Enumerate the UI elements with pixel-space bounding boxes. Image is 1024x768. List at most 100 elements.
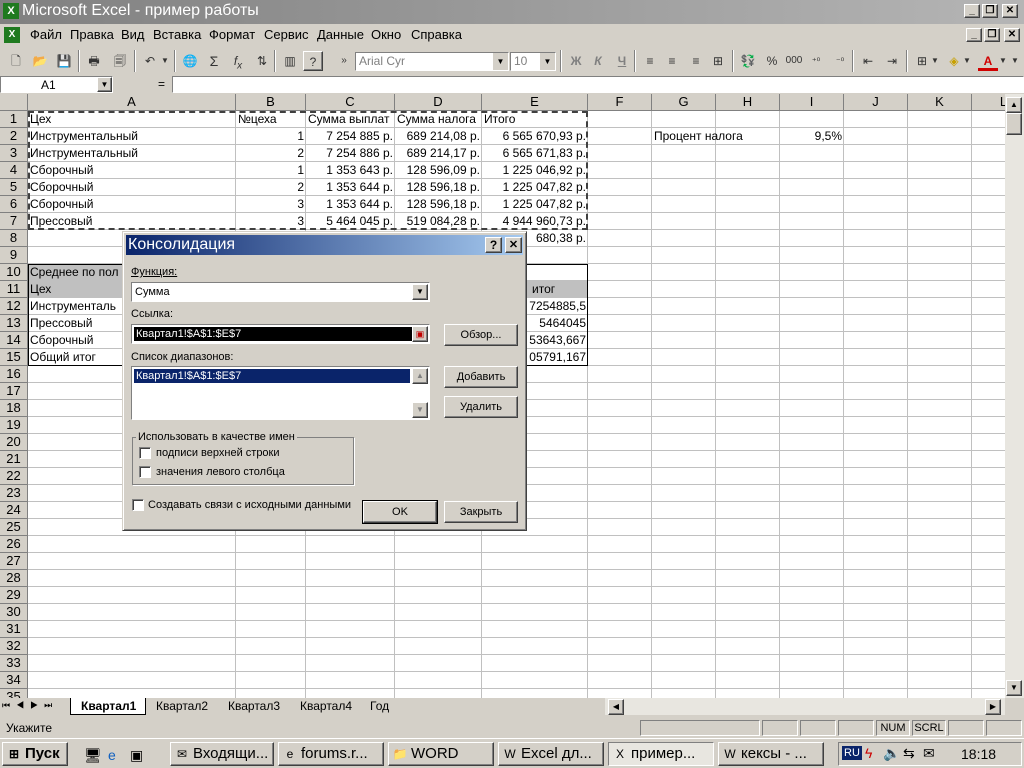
task-keksy[interactable]: Wкексы - ... — [718, 742, 824, 766]
column-header[interactable]: K — [908, 94, 972, 111]
scroll-right-icon[interactable]: ▶ — [985, 699, 1001, 715]
font-color-dropdown-icon[interactable]: ▼ — [998, 51, 1008, 71]
column-header[interactable]: D — [395, 94, 482, 111]
chart-icon[interactable]: ▥ — [280, 51, 300, 71]
row-header[interactable]: 23 — [0, 485, 28, 502]
thousands-button[interactable]: 000 — [784, 51, 804, 71]
excel-icon[interactable]: X — [3, 3, 19, 19]
mail-icon[interactable]: ✉ — [923, 745, 935, 762]
toolbar-options-icon[interactable]: ▼ — [1010, 51, 1020, 71]
scroll-up-icon[interactable]: ▲ — [1006, 97, 1022, 113]
row-header[interactable]: 13 — [0, 315, 28, 332]
open-icon[interactable]: 📂 — [30, 51, 50, 71]
task-word-folder[interactable]: 📁 WORD — [388, 742, 494, 766]
column-header[interactable]: I — [780, 94, 844, 111]
ranges-list[interactable]: Квартал1!$A$1:$E$7 ▲ ▼ — [131, 366, 430, 420]
language-indicator[interactable]: RU — [842, 746, 862, 760]
function-select[interactable]: Сумма ▼ — [131, 282, 430, 302]
row-header[interactable]: 29 — [0, 587, 28, 604]
ref-input[interactable]: Квартал1!$A$1:$E$7 ▣ — [131, 324, 430, 344]
formula-input[interactable] — [172, 76, 1024, 93]
menu-tools[interactable]: Сервис — [264, 27, 309, 42]
left-column-checkbox[interactable] — [139, 466, 151, 478]
more-icon[interactable]: » — [334, 51, 354, 71]
tab-scroll-icons[interactable]: ⏮◀▶⏭ — [2, 700, 58, 711]
row-header[interactable]: 8 — [0, 230, 28, 247]
add-button[interactable]: Добавить — [444, 366, 518, 388]
fill-color-icon[interactable]: ◈ — [944, 51, 964, 71]
flash-icon[interactable]: ϟ — [865, 745, 872, 761]
row-header[interactable]: 1 — [0, 111, 28, 128]
horizontal-scrollbar[interactable]: ◀ ▶ — [605, 698, 1005, 715]
column-header[interactable]: E — [482, 94, 588, 111]
size-select[interactable]: 10 ▼ — [510, 52, 556, 71]
menu-help[interactable]: Справка — [411, 27, 462, 42]
close-dialog-button[interactable]: Закрыть — [444, 501, 518, 523]
row-header[interactable]: 9 — [0, 247, 28, 264]
doc-close-button[interactable]: ✕ — [1004, 28, 1020, 42]
row-header[interactable]: 10 — [0, 264, 28, 281]
scroll-left-icon[interactable]: ◀ — [608, 699, 624, 715]
tab-kvartal2[interactable]: Квартал2 — [150, 698, 220, 715]
tab-kvartal3[interactable]: Квартал3 — [222, 698, 292, 715]
scroll-thumb[interactable] — [1006, 113, 1022, 135]
vertical-scrollbar[interactable]: ▲ ▼ — [1005, 94, 1024, 698]
name-box[interactable]: A1 ▼ — [0, 76, 113, 93]
scroll-down-icon[interactable]: ▼ — [1006, 680, 1022, 696]
quicklaunch-icon[interactable]: ▣ — [130, 747, 143, 764]
increase-decimal-icon[interactable]: ⁺⁰ — [806, 51, 826, 71]
column-header[interactable]: J — [844, 94, 908, 111]
percent-button[interactable]: % — [762, 51, 782, 71]
scroll-down-icon[interactable]: ▼ — [412, 402, 428, 418]
outdent-icon[interactable]: ⇤ — [858, 51, 878, 71]
dialog-close-button[interactable]: ✕ — [505, 237, 522, 253]
undo-icon[interactable]: ↶ — [140, 51, 160, 71]
row-header[interactable]: 30 — [0, 604, 28, 621]
hyperlink-icon[interactable]: 🌐 — [180, 51, 200, 71]
row-header[interactable]: 34 — [0, 672, 28, 689]
menu-data[interactable]: Данные — [317, 27, 364, 42]
row-header[interactable]: 2 — [0, 128, 28, 145]
menu-window[interactable]: Окно — [371, 27, 401, 42]
row-header[interactable]: 20 — [0, 434, 28, 451]
row-header[interactable]: 33 — [0, 655, 28, 672]
volume-icon[interactable]: 🔈 — [883, 745, 900, 762]
underline-button[interactable]: Ч — [612, 51, 632, 71]
row-header[interactable]: 25 — [0, 519, 28, 536]
row-header[interactable]: 15 — [0, 349, 28, 366]
row-header[interactable]: 22 — [0, 468, 28, 485]
align-right-icon[interactable]: ≡ — [686, 51, 706, 71]
top-row-checkbox[interactable] — [139, 447, 151, 459]
tax-value-cell[interactable]: 9,5% — [780, 128, 844, 145]
new-icon[interactable]: 🗋 — [6, 51, 26, 71]
row-header[interactable]: 28 — [0, 570, 28, 587]
row-header[interactable]: 31 — [0, 621, 28, 638]
menu-edit[interactable]: Правка — [70, 27, 114, 42]
dialog-title-bar[interactable]: Консолидация ? ✕ — [126, 235, 523, 255]
menu-file[interactable]: Файл — [30, 27, 62, 42]
row-header[interactable]: 6 — [0, 196, 28, 213]
create-links-checkbox[interactable] — [132, 499, 144, 511]
row-header[interactable]: 4 — [0, 162, 28, 179]
task-outlook[interactable]: ✉ Входящи... — [170, 742, 274, 766]
align-center-icon[interactable]: ≡ — [662, 51, 682, 71]
autosum-icon[interactable]: Σ — [204, 51, 224, 71]
tab-god[interactable]: Год — [366, 698, 406, 715]
select-all-corner[interactable] — [0, 94, 28, 111]
column-header[interactable]: B — [236, 94, 306, 111]
column-header[interactable]: A — [28, 94, 236, 111]
currency-icon[interactable]: 💱 — [738, 51, 758, 71]
sort-icon[interactable]: ⇅ — [252, 51, 272, 71]
row-header[interactable]: 3 — [0, 145, 28, 162]
workbook-icon[interactable]: X — [4, 27, 20, 43]
indent-icon[interactable]: ⇥ — [882, 51, 902, 71]
tax-label-cell[interactable]: Процент налога — [652, 128, 780, 145]
merge-icon[interactable]: ⊞ — [708, 51, 728, 71]
minimize-button[interactable]: _ — [964, 4, 980, 18]
collapse-dialog-icon[interactable]: ▣ — [412, 326, 428, 342]
print-icon[interactable]: 🖶 — [84, 51, 104, 71]
borders-dropdown-icon[interactable]: ▼ — [930, 51, 940, 71]
list-item[interactable]: Квартал1!$A$1:$E$7 — [134, 369, 410, 383]
row-header[interactable]: 7 — [0, 213, 28, 230]
start-button[interactable]: ⊞ Пуск — [2, 742, 68, 766]
